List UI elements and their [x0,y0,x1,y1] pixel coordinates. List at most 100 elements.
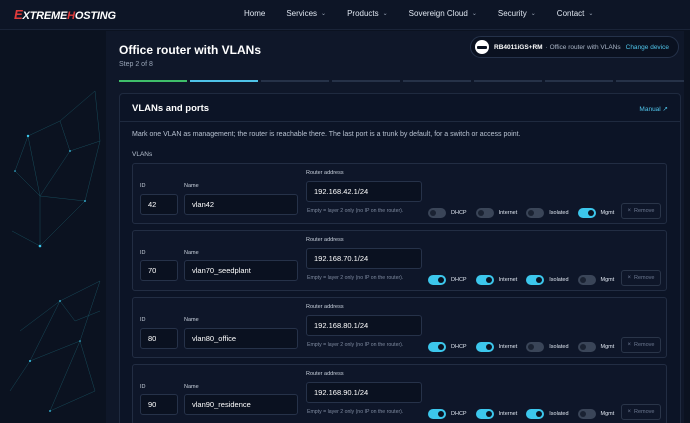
dhcp-toggle[interactable] [428,409,446,419]
manual-link[interactable]: Manual ↗ [639,105,668,113]
vlan-id-input[interactable]: 90 [140,394,178,415]
dhcp-toggle[interactable] [428,208,446,218]
internet-toggle-label: Internet [498,210,518,216]
step-indicator: Step 2 of 8 [119,61,153,68]
chevron-down-icon: ⌄ [321,11,327,17]
dhcp-toggle[interactable] [428,275,446,285]
device-description: · Office router with VLANs [545,43,621,51]
mgmt-toggle[interactable] [577,409,596,419]
router-address-input[interactable]: 192.168.42.1/24 [306,181,422,202]
vlan-toggles: DHCP Internet Isolated Mgmt [428,275,623,285]
progress-step-1 [119,80,187,82]
internet-toggle-label: Internet [498,411,518,417]
remove-vlan-button[interactable]: × Remove [621,404,661,420]
internet-toggle[interactable] [475,342,494,352]
nav-item-services[interactable]: Services ⌄ [286,9,326,18]
internet-toggle-label: Internet [498,277,518,283]
internet-toggle[interactable] [475,275,494,285]
dhcp-toggle[interactable] [428,342,446,352]
router-address-input[interactable]: 192.168.80.1/24 [306,315,422,336]
mgmt-toggle-label: Mgmt [600,210,615,216]
vlan-id-input[interactable]: 70 [140,260,178,281]
card-description: Mark one VLAN as management; the router … [132,131,521,138]
vlans-section-label: VLANs [132,151,153,158]
remove-vlan-button[interactable]: × Remove [621,337,661,353]
router-address-input[interactable]: 192.168.90.1/24 [306,382,422,403]
internet-toggle[interactable] [475,208,494,218]
close-icon: × [627,275,632,281]
router-address-label: Router address [306,371,344,377]
isolated-toggle[interactable] [526,342,545,352]
id-label: ID [140,384,146,390]
network-decoration [9,90,101,412]
top-navigation: EXTREMEHOSTING Home Services ⌄ Products ⌄ Sov… [0,0,690,30]
main-content: Office router with VLANs Step 2 of 8 RB4… [106,31,684,423]
dhcp-toggle-label: DHCP [451,210,467,216]
name-label: Name [184,250,199,256]
isolated-toggle[interactable] [526,208,545,218]
vlan-toggles: DHCP Internet Isolated Mgmt [428,409,623,419]
mgmt-toggle[interactable] [577,275,596,285]
vlan-row: ID 90 Name vlan90_residence Router address 19… [132,364,667,423]
remove-label: Remove [634,342,655,348]
progress-step-3 [261,80,329,82]
router-address-label: Router address [306,237,344,243]
id-label: ID [140,317,146,323]
nav-item-contact[interactable]: Contact ⌄ [557,9,594,18]
isolated-toggle-label: Isolated [549,344,569,350]
vlan-name-input[interactable]: vlan80_office [184,328,298,349]
nav-item-home[interactable]: Home [244,9,265,18]
vlan-name-input[interactable]: vlan70_seedplant [184,260,298,281]
vlan-id-input[interactable]: 42 [140,194,178,215]
router-address-label: Router address [306,170,344,176]
internet-toggle[interactable] [475,409,494,419]
chevron-down-icon: ⌄ [588,11,594,17]
chevron-down-icon: ⌄ [382,11,388,17]
router-address-hint: Empty = layer 2 only (no IP on the route… [307,275,404,281]
logo-part2: OSTING [74,10,116,22]
page-title: Office router with VLANs [119,43,262,57]
remove-vlan-button[interactable]: × Remove [621,203,661,219]
remove-label: Remove [634,208,655,214]
progress-step-8 [616,80,684,82]
name-label: Name [184,317,199,323]
progress-step-7 [545,80,613,82]
router-address-input[interactable]: 192.168.70.1/24 [306,248,422,269]
progress-step-5 [403,80,471,82]
brand-logo[interactable]: EXTREMEHOSTING [14,7,116,22]
vlan-row: ID 80 Name vlan80_office Router address 192.1… [132,297,667,358]
mgmt-toggle[interactable] [577,208,596,218]
name-label: Name [184,183,199,189]
dhcp-toggle-label: DHCP [451,277,467,283]
router-address-hint: Empty = layer 2 only (no IP on the route… [307,409,404,415]
isolated-toggle-label: Isolated [549,411,569,417]
vlan-name-input[interactable]: vlan90_residence [184,394,298,415]
dhcp-toggle-label: DHCP [451,344,467,350]
mgmt-toggle[interactable] [577,342,596,352]
change-device-link[interactable]: Change device [626,44,669,51]
remove-vlan-button[interactable]: × Remove [621,270,661,286]
nav-item-sovereign-cloud[interactable]: Sovereign Cloud ⌄ [409,9,477,18]
card-title: VLANs and ports [132,103,210,114]
isolated-toggle[interactable] [526,275,545,285]
isolated-toggle-label: Isolated [549,210,569,216]
nav-item-products[interactable]: Products ⌄ [347,9,388,18]
close-icon: × [627,342,632,348]
step-progress-bar [119,80,687,82]
progress-step-4 [332,80,400,82]
mgmt-toggle-label: Mgmt [600,277,615,283]
router-address-hint: Empty = layer 2 only (no IP on the route… [307,208,404,214]
isolated-toggle[interactable] [526,409,545,419]
router-icon [475,40,489,54]
nav-item-security[interactable]: Security ⌄ [498,9,536,18]
card-header: VLANs and ports Manual ↗ [120,94,680,122]
logo-part1: XTREME [22,10,68,22]
vlan-name-input[interactable]: vlan42 [184,194,298,215]
main-menu: Home Services ⌄ Products ⌄ Sovereign Cloud ⌄ Se… [244,9,614,18]
nav-item-label: Contact [556,9,585,18]
vlan-id-input[interactable]: 80 [140,328,178,349]
device-model: RB4011iGS+RM [494,43,543,51]
chevron-down-icon: ⌄ [471,11,477,17]
id-label: ID [140,183,146,189]
vlan-toggles: DHCP Internet Isolated Mgmt [428,208,623,218]
